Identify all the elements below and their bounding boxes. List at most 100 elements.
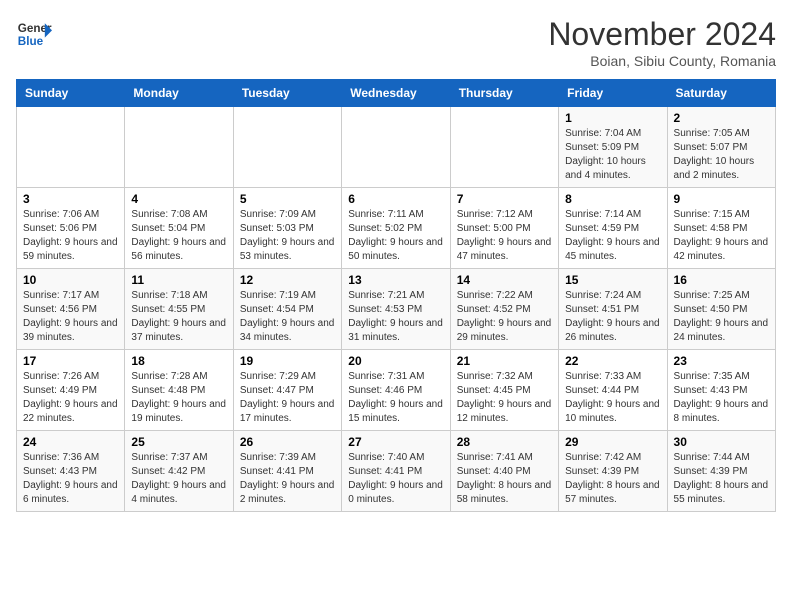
day-info: Sunrise: 7:35 AMSunset: 4:43 PMDaylight:… [674,370,769,426]
day-number: 5 [240,192,335,206]
calendar-cell: 26 Sunrise: 7:39 AMSunset: 4:41 PMDayligh… [233,431,341,512]
day-number: 14 [457,273,552,287]
day-info: Sunrise: 7:28 AMSunset: 4:48 PMDaylight:… [131,370,226,426]
calendar-cell: 19 Sunrise: 7:29 AMSunset: 4:47 PMDayligh… [233,350,341,431]
calendar-week-row: 24 Sunrise: 7:36 AMSunset: 4:43 PMDayligh… [17,431,776,512]
calendar-cell: 8 Sunrise: 7:14 AMSunset: 4:59 PMDaylight… [559,188,667,269]
day-info: Sunrise: 7:32 AMSunset: 4:45 PMDaylight:… [457,370,552,426]
day-info: Sunrise: 7:42 AMSunset: 4:39 PMDaylight:… [565,451,660,507]
location: Boian, Sibiu County, Romania [548,53,776,69]
calendar-cell: 30 Sunrise: 7:44 AMSunset: 4:39 PMDayligh… [667,431,775,512]
day-info: Sunrise: 7:29 AMSunset: 4:47 PMDaylight:… [240,370,335,426]
day-info: Sunrise: 7:06 AMSunset: 5:06 PMDaylight:… [23,208,118,264]
day-info: Sunrise: 7:12 AMSunset: 5:00 PMDaylight:… [457,208,552,264]
calendar-cell: 14 Sunrise: 7:22 AMSunset: 4:52 PMDayligh… [450,269,558,350]
day-info: Sunrise: 7:11 AMSunset: 5:02 PMDaylight:… [348,208,443,264]
day-number: 6 [348,192,443,206]
calendar-cell: 28Sunrise: 7:41 AMSunset: 4:40 PMDayligh… [450,431,558,512]
calendar-cell: 6 Sunrise: 7:11 AMSunset: 5:02 PMDaylight… [342,188,450,269]
day-info: Sunrise: 7:39 AMSunset: 4:41 PMDaylight:… [240,451,335,507]
day-info: Sunrise: 7:44 AMSunset: 4:39 PMDaylight:… [674,451,769,507]
calendar-cell: 12 Sunrise: 7:19 AMSunset: 4:54 PMDayligh… [233,269,341,350]
day-number: 26 [240,435,335,449]
day-info: Sunrise: 7:36 AMSunset: 4:43 PMDaylight:… [23,451,118,507]
day-number: 25 [131,435,226,449]
day-number: 27 [348,435,443,449]
day-number: 24 [23,435,118,449]
day-info: Sunrise: 7:17 AMSunset: 4:56 PMDaylight:… [23,289,118,345]
calendar-cell: 18 Sunrise: 7:28 AMSunset: 4:48 PMDayligh… [125,350,233,431]
day-info: Sunrise: 7:09 AMSunset: 5:03 PMDaylight:… [240,208,335,264]
day-info: Sunrise: 7:19 AMSunset: 4:54 PMDaylight:… [240,289,335,345]
day-number: 20 [348,354,443,368]
day-number: 1 [565,111,660,125]
logo-icon: General Blue [16,16,52,52]
calendar-week-row: 3Sunrise: 7:06 AMSunset: 5:06 PMDaylight… [17,188,776,269]
day-info: Sunrise: 7:21 AMSunset: 4:53 PMDaylight:… [348,289,443,345]
calendar-cell: 27 Sunrise: 7:40 AMSunset: 4:41 PMDayligh… [342,431,450,512]
calendar-cell: 24 Sunrise: 7:36 AMSunset: 4:43 PMDayligh… [17,431,125,512]
calendar-cell [125,107,233,188]
day-info: Sunrise: 7:26 AMSunset: 4:49 PMDaylight:… [23,370,118,426]
day-info: Sunrise: 7:25 AMSunset: 4:50 PMDaylight:… [674,289,769,345]
weekday-header-tuesday: Tuesday [233,80,341,107]
calendar-week-row: 10 Sunrise: 7:17 AMSunset: 4:56 PMDayligh… [17,269,776,350]
day-number: 9 [674,192,769,206]
calendar-cell: 21 Sunrise: 7:32 AMSunset: 4:45 PMDayligh… [450,350,558,431]
calendar-cell: 13 Sunrise: 7:21 AMSunset: 4:53 PMDayligh… [342,269,450,350]
day-info: Sunrise: 7:31 AMSunset: 4:46 PMDaylight:… [348,370,443,426]
day-info: Sunrise: 7:14 AMSunset: 4:59 PMDaylight:… [565,208,660,264]
day-number: 29 [565,435,660,449]
day-info: Sunrise: 7:15 AMSunset: 4:58 PMDaylight:… [674,208,769,264]
day-number: 12 [240,273,335,287]
day-number: 10 [23,273,118,287]
day-number: 16 [674,273,769,287]
calendar-cell: 4 Sunrise: 7:08 AMSunset: 5:04 PMDaylight… [125,188,233,269]
day-info: Sunrise: 7:37 AMSunset: 4:42 PMDaylight:… [131,451,226,507]
day-number: 13 [348,273,443,287]
day-info: Sunrise: 7:05 AMSunset: 5:07 PMDaylight:… [674,127,769,183]
calendar-cell: 23 Sunrise: 7:35 AMSunset: 4:43 PMDayligh… [667,350,775,431]
day-number: 11 [131,273,226,287]
calendar-cell [17,107,125,188]
calendar-header-row: SundayMondayTuesdayWednesdayThursdayFrid… [17,80,776,107]
calendar-cell: 17Sunrise: 7:26 AMSunset: 4:49 PMDayligh… [17,350,125,431]
calendar-cell: 7Sunrise: 7:12 AMSunset: 5:00 PMDaylight… [450,188,558,269]
calendar-cell: 22 Sunrise: 7:33 AMSunset: 4:44 PMDayligh… [559,350,667,431]
day-number: 8 [565,192,660,206]
day-number: 21 [457,354,552,368]
day-number: 22 [565,354,660,368]
weekday-header-monday: Monday [125,80,233,107]
day-number: 4 [131,192,226,206]
day-number: 30 [674,435,769,449]
calendar-week-row: 1 Sunrise: 7:04 AMSunset: 5:09 PMDaylight… [17,107,776,188]
month-title: November 2024 [548,16,776,53]
calendar-cell: 9 Sunrise: 7:15 AMSunset: 4:58 PMDaylight… [667,188,775,269]
day-number: 15 [565,273,660,287]
calendar-cell: 11 Sunrise: 7:18 AMSunset: 4:55 PMDayligh… [125,269,233,350]
day-number: 23 [674,354,769,368]
day-info: Sunrise: 7:18 AMSunset: 4:55 PMDaylight:… [131,289,226,345]
calendar-cell: 16 Sunrise: 7:25 AMSunset: 4:50 PMDayligh… [667,269,775,350]
day-info: Sunrise: 7:08 AMSunset: 5:04 PMDaylight:… [131,208,226,264]
calendar-week-row: 17Sunrise: 7:26 AMSunset: 4:49 PMDayligh… [17,350,776,431]
page-header: General Blue November 2024 Boian, Sibiu … [16,16,776,69]
calendar-cell: 1 Sunrise: 7:04 AMSunset: 5:09 PMDaylight… [559,107,667,188]
calendar-cell: 20 Sunrise: 7:31 AMSunset: 4:46 PMDayligh… [342,350,450,431]
day-info: Sunrise: 7:04 AMSunset: 5:09 PMDaylight:… [565,127,660,183]
calendar-table: SundayMondayTuesdayWednesdayThursdayFrid… [16,79,776,512]
calendar-cell [450,107,558,188]
day-info: Sunrise: 7:33 AMSunset: 4:44 PMDaylight:… [565,370,660,426]
svg-text:Blue: Blue [18,35,44,48]
day-number: 18 [131,354,226,368]
day-info: Sunrise: 7:41 AMSunset: 4:40 PMDaylight:… [457,451,552,507]
calendar-cell: 2Sunrise: 7:05 AMSunset: 5:07 PMDaylight… [667,107,775,188]
calendar-cell: 10 Sunrise: 7:17 AMSunset: 4:56 PMDayligh… [17,269,125,350]
calendar-cell: 15Sunrise: 7:24 AMSunset: 4:51 PMDayligh… [559,269,667,350]
weekday-header-wednesday: Wednesday [342,80,450,107]
day-number: 19 [240,354,335,368]
calendar-cell [342,107,450,188]
day-info: Sunrise: 7:22 AMSunset: 4:52 PMDaylight:… [457,289,552,345]
day-info: Sunrise: 7:40 AMSunset: 4:41 PMDaylight:… [348,451,443,507]
calendar-cell [233,107,341,188]
